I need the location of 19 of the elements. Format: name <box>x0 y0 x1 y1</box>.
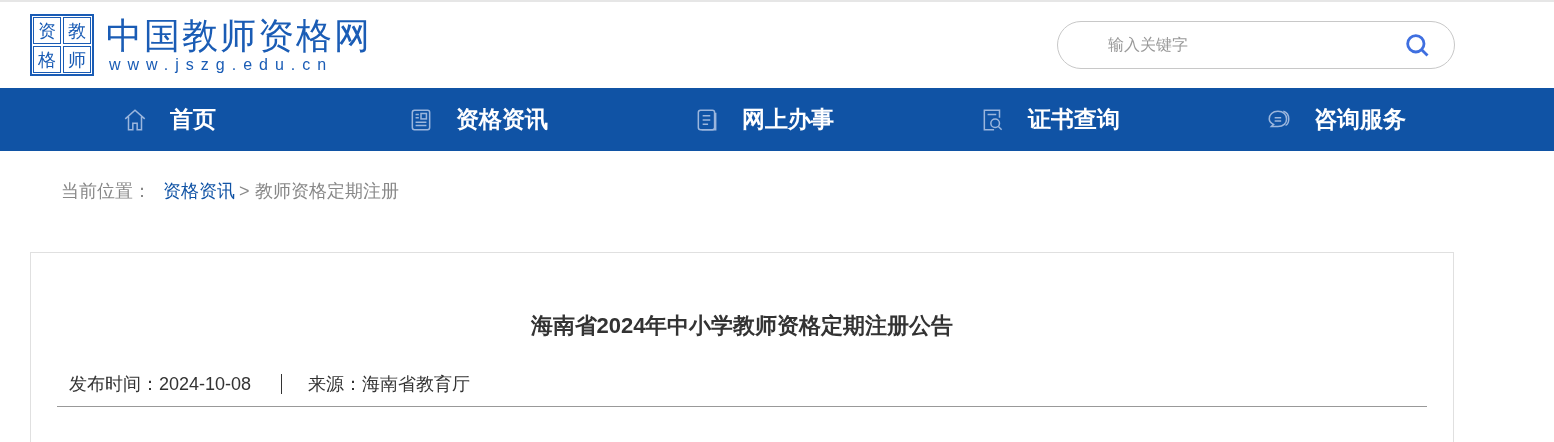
breadcrumb-current: > 教师资格定期注册 <box>239 180 399 203</box>
nav-link[interactable]: 资格资讯 <box>408 104 548 135</box>
logo-character: 教 <box>63 17 91 44</box>
article-source: 来源：海南省教育厅 <box>308 373 471 396</box>
logo-character: 师 <box>63 46 91 73</box>
site-url: www.jszg.edu.cn <box>109 56 335 74</box>
nav-link[interactable]: 首页 <box>122 104 216 135</box>
breadcrumb-label: 当前位置： <box>61 180 151 203</box>
logo-character: 格 <box>33 46 61 73</box>
nav-link[interactable]: 网上办事 <box>694 104 834 135</box>
publish-date: 发布时间：2024-10-08 <box>69 373 252 396</box>
nav-link[interactable]: 证书查询 <box>980 104 1120 135</box>
nav-link[interactable]: 咨询服务 <box>1266 104 1406 135</box>
search-field[interactable]: 输入关键字 <box>1057 21 1455 69</box>
search-icon[interactable] <box>1403 31 1431 59</box>
article-title: 海南省2024年中小学教师资格定期注册公告 <box>529 312 955 340</box>
logo-character: 资 <box>33 17 61 44</box>
breadcrumb-link[interactable]: 资格资讯 <box>163 179 235 225</box>
site-title: 中国教师资格网 <box>106 16 372 56</box>
